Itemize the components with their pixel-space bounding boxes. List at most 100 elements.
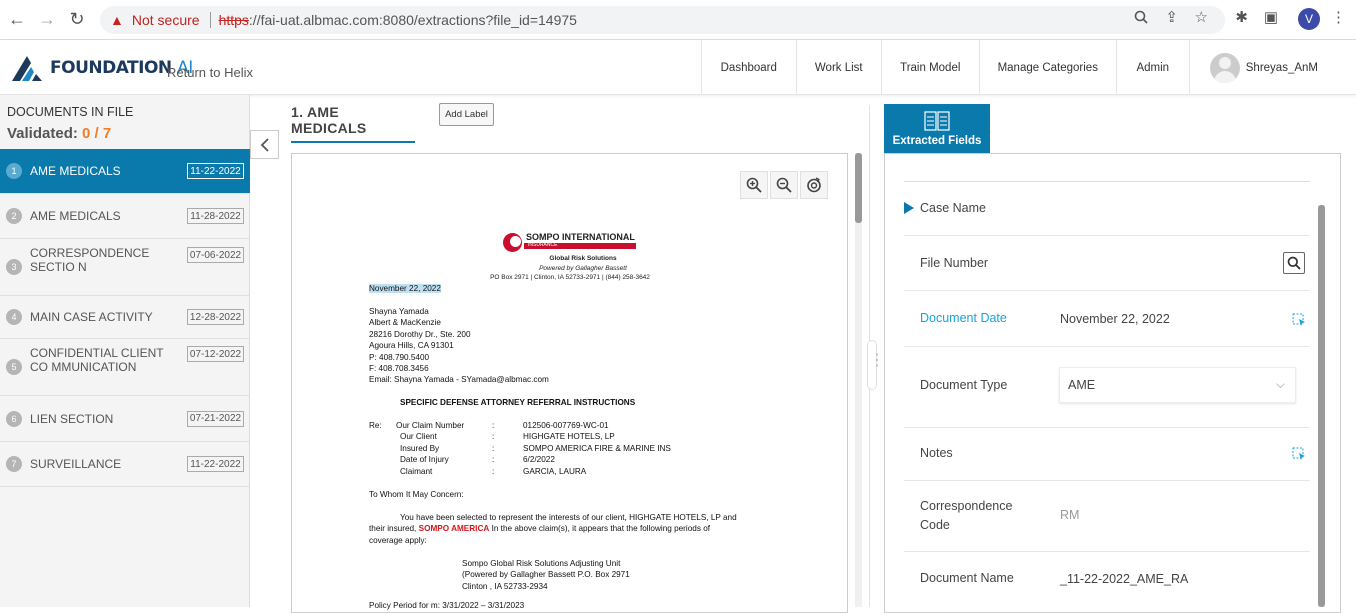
document-item[interactable]: 1 AME MEDICALS 11-22-2022 bbox=[0, 149, 250, 194]
logo[interactable]: FOUNDATION AI bbox=[10, 53, 193, 83]
letterhead-bar: INSURANCE bbox=[524, 242, 636, 249]
top-nav: Dashboard Work List Train Model Manage C… bbox=[700, 40, 1356, 95]
re-colon: : bbox=[492, 432, 495, 441]
re-value: HIGHGATE HOTELS, LP bbox=[523, 432, 615, 441]
document-item[interactable]: 4 MAIN CASE ACTIVITY 12-28-2022 bbox=[0, 296, 250, 339]
bookmark-star-icon[interactable]: ☆ bbox=[1195, 8, 1208, 26]
letter-paragraph: their insured, SOMPO AMERICA In the abov… bbox=[369, 524, 710, 533]
share-icon[interactable]: ⇪ bbox=[1165, 8, 1178, 26]
url-text: ://fai-uat.albmac.com:8080/extractions?f… bbox=[248, 12, 577, 28]
add-label-button[interactable]: Add Label bbox=[439, 103, 494, 126]
re-value: GARCIA, LAURA bbox=[523, 467, 587, 476]
field-correspondence-code: Correspondence Code RM bbox=[904, 481, 1310, 552]
field-document-name: Document Name _11-22-2022_AME_RA bbox=[904, 552, 1310, 607]
document-name: CONFIDENTIAL CLIENT CO MMUNICATION bbox=[30, 346, 164, 374]
document-date: 11-22-2022 bbox=[187, 456, 244, 472]
document-type-select[interactable]: AME ⌵ bbox=[1059, 367, 1296, 403]
letterhead-sub2: Powered by Gallagher Bassett bbox=[539, 265, 627, 272]
document-date: 12-28-2022 bbox=[187, 309, 244, 325]
file-number-search-button[interactable] bbox=[1283, 252, 1305, 274]
forward-icon[interactable]: → bbox=[34, 7, 60, 33]
document-number: 7 bbox=[6, 456, 22, 472]
recipient-line: P: 408.790.5400 bbox=[369, 353, 430, 362]
letter-paragraph: coverage apply: bbox=[369, 536, 427, 545]
field-label: Document Type bbox=[920, 378, 1008, 392]
document-item[interactable]: 2 AME MEDICALS 11-28-2022 bbox=[0, 194, 250, 239]
document-list: 1 AME MEDICALS 11-22-2022 2 AME MEDICALS… bbox=[0, 149, 250, 487]
nav-work-list[interactable]: Work List bbox=[795, 40, 881, 95]
avatar bbox=[1209, 52, 1240, 83]
nav-train-model[interactable]: Train Model bbox=[880, 40, 979, 95]
letterhead-tag: INSURANCE bbox=[528, 242, 558, 248]
documents-title: DOCUMENTS IN FILE bbox=[7, 105, 134, 119]
user-menu[interactable]: Shreyas_AnM bbox=[1188, 40, 1356, 95]
document-item[interactable]: 3 CORRESPONDENCE SECTIO N 07-06-2022 bbox=[0, 239, 250, 296]
browser-menu-icon[interactable]: ⋮ bbox=[1331, 8, 1346, 26]
document-item[interactable]: 5 CONFIDENTIAL CLIENT CO MMUNICATION 07-… bbox=[0, 339, 250, 396]
nav-dashboard[interactable]: Dashboard bbox=[700, 40, 796, 95]
document-date: 11-22-2022 bbox=[187, 163, 244, 179]
expand-triangle-icon[interactable] bbox=[904, 202, 914, 214]
field-label: Notes bbox=[920, 446, 953, 460]
tab-extracted-fields[interactable]: Extracted Fields bbox=[884, 104, 990, 154]
fields-scroll-thumb[interactable] bbox=[1318, 205, 1325, 607]
document-date: 07-06-2022 bbox=[187, 247, 244, 263]
select-value: AME bbox=[1068, 378, 1096, 392]
zoom-in-button[interactable] bbox=[740, 171, 768, 199]
recipient-line: F: 408.708.3456 bbox=[369, 364, 429, 373]
re-colon: : bbox=[492, 467, 495, 476]
field-case-name[interactable]: Case Name bbox=[904, 182, 1310, 236]
field-value[interactable]: _11-22-2022_AME_RA bbox=[1060, 572, 1188, 586]
document-heading: 1. AME MEDICALS bbox=[291, 104, 415, 143]
document-number: 4 bbox=[6, 309, 22, 325]
viewer-scrollbar[interactable] bbox=[855, 153, 862, 607]
sidebar-icon[interactable]: ▣ bbox=[1264, 8, 1278, 26]
re-colon: : bbox=[492, 455, 495, 464]
fields-scrollbar[interactable] bbox=[1318, 205, 1325, 607]
field-value[interactable]: RM bbox=[1060, 508, 1079, 522]
zoom-out-button[interactable] bbox=[770, 171, 798, 199]
letter-subject: SPECIFIC DEFENSE ATTORNEY REFERRAL INSTR… bbox=[400, 398, 636, 407]
zoom-icon[interactable] bbox=[1134, 10, 1148, 28]
field-label: Correspondence bbox=[920, 499, 1013, 513]
select-region-icon[interactable] bbox=[1292, 313, 1306, 327]
letterhead-address: PO Box 2971 | Clinton, IA 52733-2971 | (… bbox=[490, 274, 650, 281]
profile-avatar[interactable]: V bbox=[1298, 8, 1320, 30]
field-notes: Notes bbox=[904, 428, 1310, 481]
validated-count: 0 / 7 bbox=[82, 125, 112, 142]
nav-admin[interactable]: Admin bbox=[1115, 40, 1189, 95]
drag-handle-icon[interactable] bbox=[867, 340, 885, 390]
collapse-panel-button[interactable] bbox=[250, 130, 279, 159]
back-icon[interactable]: ← bbox=[4, 7, 30, 33]
document-item[interactable]: 7 SURVEILLANCE 11-22-2022 bbox=[0, 442, 250, 487]
documents-panel: DOCUMENTS IN FILE Validated: 0 / 7 1 AME… bbox=[0, 95, 250, 607]
recipient-line: Albert & MacKenzie bbox=[369, 318, 441, 327]
letter-paragraph: You have been selected to represent the … bbox=[400, 513, 737, 522]
field-label: Code bbox=[920, 518, 950, 532]
re-value: 012506-007769-WC-01 bbox=[523, 421, 609, 430]
reset-zoom-button[interactable] bbox=[800, 171, 828, 199]
unit-line: Clinton , IA 52733-2934 bbox=[462, 582, 548, 591]
extensions-icon[interactable]: ✱ bbox=[1235, 8, 1248, 26]
highlighted-insurer: SOMPO AMERICA bbox=[418, 524, 490, 533]
letterhead-company: SOMPO INTERNATIONAL bbox=[526, 232, 635, 242]
field-label[interactable]: Document Date bbox=[920, 309, 1007, 328]
panel-splitter[interactable] bbox=[867, 105, 885, 607]
sompo-logo-icon bbox=[503, 233, 522, 252]
letter-text: In the above claim(s), it appears that t… bbox=[491, 524, 711, 533]
document-item[interactable]: 6 LIEN SECTION 07-21-2022 bbox=[0, 396, 250, 442]
zoom-toolbar bbox=[740, 171, 828, 199]
field-value[interactable]: November 22, 2022 bbox=[1060, 312, 1170, 326]
letter-text: their insured, bbox=[369, 524, 417, 533]
unit-line: Sompo Global Risk Solutions Adjusting Un… bbox=[462, 559, 621, 568]
nav-manage-categories[interactable]: Manage Categories bbox=[978, 40, 1116, 95]
viewer-scroll-thumb[interactable] bbox=[855, 153, 862, 223]
letter-date[interactable]: November 22, 2022 bbox=[369, 284, 441, 293]
document-name: AME MEDICALS bbox=[30, 209, 121, 223]
select-region-icon[interactable] bbox=[1292, 447, 1306, 461]
validated-status: Validated: 0 / 7 bbox=[7, 125, 111, 142]
return-to-helix-link[interactable]: Return to Helix bbox=[167, 65, 253, 80]
address-bar[interactable]: ▲ Not secure https ://fai-uat.albmac.com… bbox=[100, 6, 1225, 34]
recipient-line: 28216 Dorothy Dr., Ste. 200 bbox=[369, 330, 471, 339]
reload-icon[interactable]: ↻ bbox=[64, 7, 90, 33]
